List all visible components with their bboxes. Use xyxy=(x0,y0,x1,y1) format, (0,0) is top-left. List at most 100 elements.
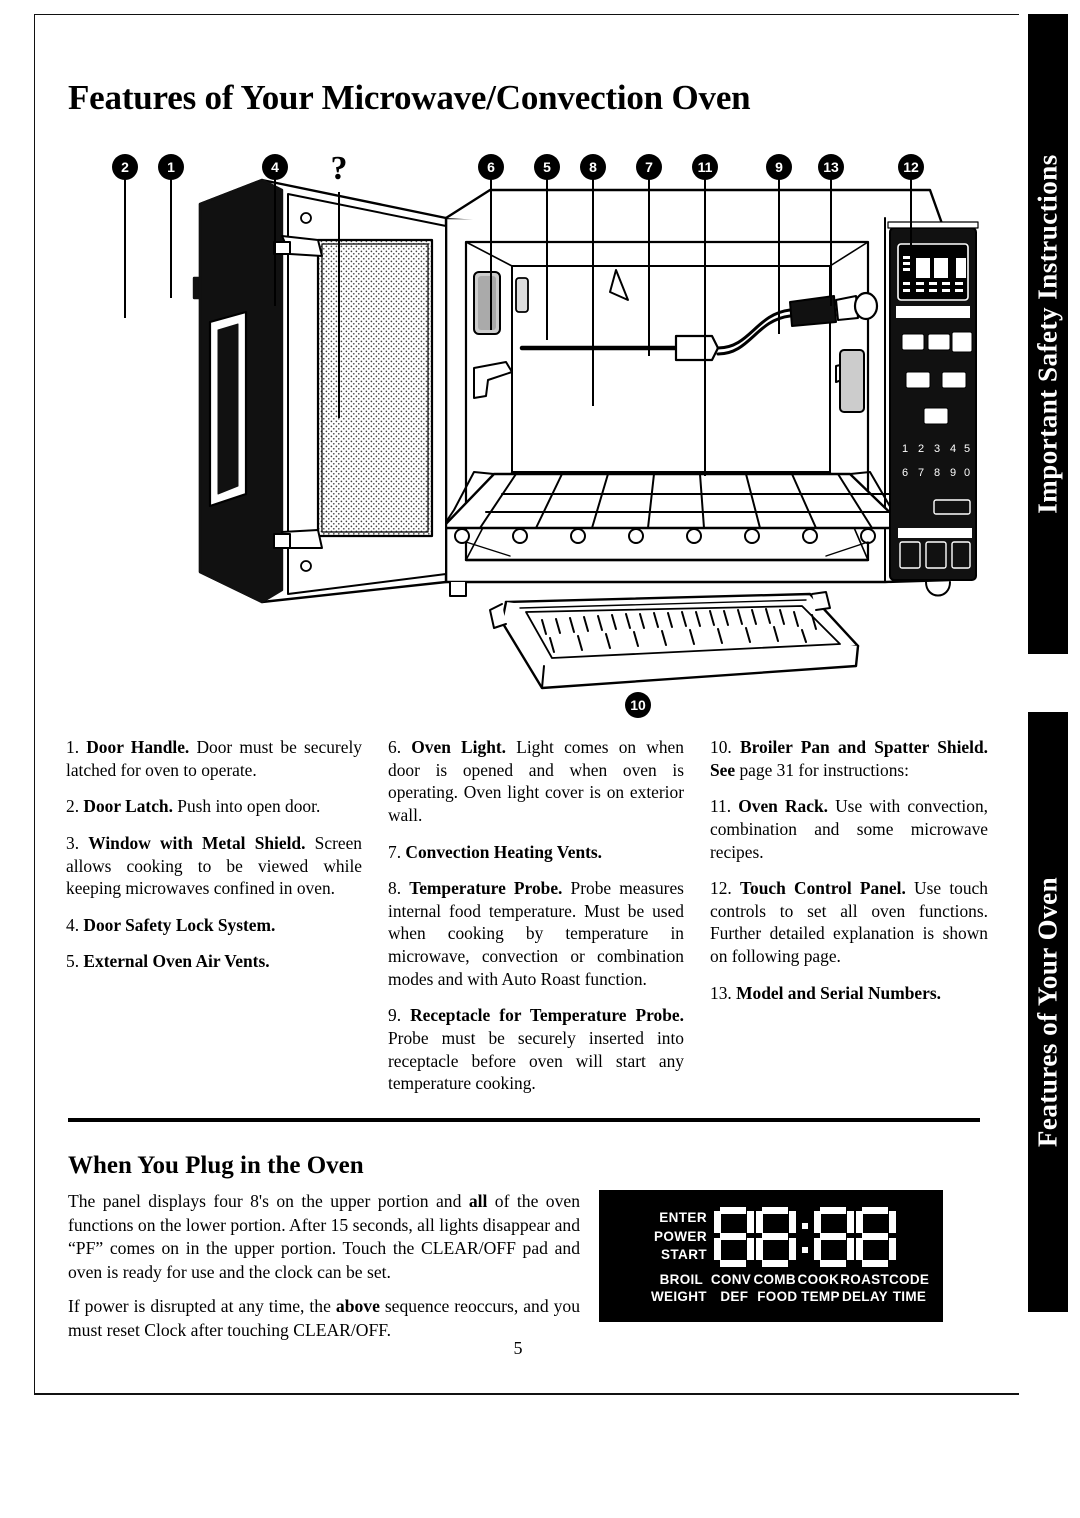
feature-number: 1. xyxy=(66,737,80,757)
led-label-food: FOOD xyxy=(757,1289,798,1304)
callout-marker-12: 12 xyxy=(898,154,924,180)
feature-number: 7. xyxy=(388,841,402,862)
callout-leader xyxy=(170,178,172,298)
feature-item-1: 1. Door Handle. Door must be securely la… xyxy=(66,736,362,781)
callout-marker-6: 6 xyxy=(478,154,504,180)
led-mode-start: START xyxy=(661,1247,707,1263)
feature-title: Touch Control Panel. xyxy=(740,878,906,899)
feature-title: Model and Serial Numbers. xyxy=(736,982,941,1003)
feature-item-7: 7. Convection Heating Vents. xyxy=(388,841,684,864)
feature-number: 5. xyxy=(66,951,80,972)
feature-item-3: 3. Window with Metal Shield. Screen allo… xyxy=(66,832,362,900)
callout-marker-10: 10 xyxy=(625,692,651,718)
led-seven-segment-digits xyxy=(713,1207,897,1267)
document-page: Important Safety Instructions Features o… xyxy=(0,0,1080,1518)
side-tab-features-of-your-oven: Features of Your Oven xyxy=(1028,712,1068,1312)
feature-number: 11. xyxy=(710,796,732,817)
feature-item-12: 12. Touch Control Panel. Use touch contr… xyxy=(710,877,988,968)
callout-marker-11: 11 xyxy=(692,154,718,180)
led-digit-2 xyxy=(756,1207,796,1267)
led-label-temp: TEMP xyxy=(801,1289,840,1304)
led-colon-separator xyxy=(797,1207,813,1267)
led-label-delay: DELAY xyxy=(841,1289,888,1304)
feature-item-2: 2. Door Latch. Push into open door. xyxy=(66,795,362,818)
feature-item-9: 9. Receptacle for Temperature Probe. Pro… xyxy=(388,1004,684,1095)
page-number-value: 5 xyxy=(513,1338,523,1358)
page-border-bottom xyxy=(34,1394,1019,1395)
feature-item-10: 10. Broiler Pan and Spatter Shield. See … xyxy=(710,736,988,781)
feature-number: 3. xyxy=(66,832,80,853)
led-label-conv: CONV xyxy=(710,1272,752,1287)
led-display-content: ENTER POWER START BROIL CONV COMB COOK R… xyxy=(651,1204,931,1312)
svg-text:6: 6 xyxy=(902,467,908,479)
feature-body: Push into open door. xyxy=(177,796,321,817)
callout-marker-4: 4 xyxy=(262,154,288,180)
paragraph-text: If power is disrupted at any time, the xyxy=(68,1296,336,1317)
page-number: 5 xyxy=(0,1338,1080,1359)
led-label-roast: ROAST xyxy=(840,1272,889,1287)
section-title-when-you-plug-in: When You Plug in the Oven xyxy=(68,1152,364,1179)
callout-leader xyxy=(546,178,548,340)
led-function-row-top: BROIL CONV COMB COOK ROAST CODE xyxy=(651,1272,931,1287)
callout-leader xyxy=(124,178,126,318)
feature-body: page 31 for instructions: xyxy=(739,759,910,780)
callout-marker-7: 7 xyxy=(636,154,662,180)
callout-leader xyxy=(338,192,340,418)
feature-title: Door Handle. xyxy=(86,737,190,757)
led-mode-power: POWER xyxy=(653,1228,707,1244)
feature-title: Convection Heating Vents. xyxy=(405,841,603,862)
feature-title: Oven Light. xyxy=(411,737,506,757)
features-column-3: 10. Broiler Pan and Spatter Shield. See … xyxy=(710,736,988,1066)
feature-title: Door Safety Lock System. xyxy=(83,914,276,935)
feature-number: 2. xyxy=(66,796,80,817)
svg-text:9: 9 xyxy=(950,467,956,479)
svg-text:4: 4 xyxy=(950,443,956,455)
feature-title: Temperature Probe. xyxy=(409,878,563,899)
paragraph-text: The panel displays four 8's on the upper… xyxy=(68,1191,469,1211)
callout-marker-13: 13 xyxy=(818,154,844,180)
callout-marker-3: ? xyxy=(330,150,348,187)
led-function-labels: BROIL CONV COMB COOK ROAST CODE WEIGHT D… xyxy=(651,1272,931,1304)
feature-title: Oven Rack. xyxy=(738,796,828,817)
led-digit-3 xyxy=(814,1207,854,1267)
callout-marker-2: 2 xyxy=(112,154,138,180)
led-label-cook: COOK xyxy=(797,1272,840,1287)
feature-number: 13. xyxy=(710,982,732,1003)
svg-text:1: 1 xyxy=(902,443,908,455)
paragraph-emphasis: all xyxy=(468,1191,488,1211)
feature-title: External Oven Air Vents. xyxy=(83,951,270,972)
callout-leader xyxy=(704,178,706,476)
feature-title: Window with Metal Shield. xyxy=(88,832,306,853)
feature-item-8: 8. Temperature Probe. Probe measures int… xyxy=(388,877,684,990)
led-label-weight: WEIGHT xyxy=(651,1289,707,1304)
led-mode-enter: ENTER xyxy=(659,1209,707,1225)
features-column-2: 6. Oven Light. Light comes on when door … xyxy=(388,736,684,1093)
feature-number: 10. xyxy=(710,737,732,757)
section-divider xyxy=(68,1118,980,1122)
feature-title: Receptacle for Temperature Probe. xyxy=(410,1005,684,1026)
callout-leader xyxy=(648,178,650,356)
side-tab-important-safety-instructions: Important Safety Instructions xyxy=(1028,14,1068,654)
callout-marker-9: 9 xyxy=(766,154,792,180)
led-label-def: DEF xyxy=(720,1289,749,1304)
page-title: Features of Your Microwave/Convection Ov… xyxy=(68,78,751,117)
feature-number: 6. xyxy=(388,737,402,757)
svg-text:2: 2 xyxy=(918,443,924,455)
callout-leader xyxy=(592,178,594,406)
callout-marker-1: 1 xyxy=(158,154,184,180)
led-display-panel: ENTER POWER START BROIL CONV COMB COOK R… xyxy=(599,1190,943,1322)
svg-text:5: 5 xyxy=(964,443,970,455)
callout-marker-5: 5 xyxy=(534,154,560,180)
oven-illustration: 12 34 5 67 89 0 2 1 4 ? 6 5 8 7 11 9 13 … xyxy=(50,150,1000,725)
feature-number: 4. xyxy=(66,914,80,935)
callout-leader xyxy=(778,178,780,334)
callout-leader xyxy=(490,178,492,330)
led-label-time: TIME xyxy=(892,1289,927,1304)
feature-item-6: 6. Oven Light. Light comes on when door … xyxy=(388,736,684,827)
svg-text:3: 3 xyxy=(934,443,940,455)
feature-item-4: 4. Door Safety Lock System. xyxy=(66,914,362,937)
callout-marker-8: 8 xyxy=(580,154,606,180)
side-tab-label: Features of Your Oven xyxy=(1032,876,1063,1148)
plug-in-body-text: The panel displays four 8's on the upper… xyxy=(68,1190,580,1342)
features-list: 1. Door Handle. Door must be securely la… xyxy=(66,736,996,1093)
